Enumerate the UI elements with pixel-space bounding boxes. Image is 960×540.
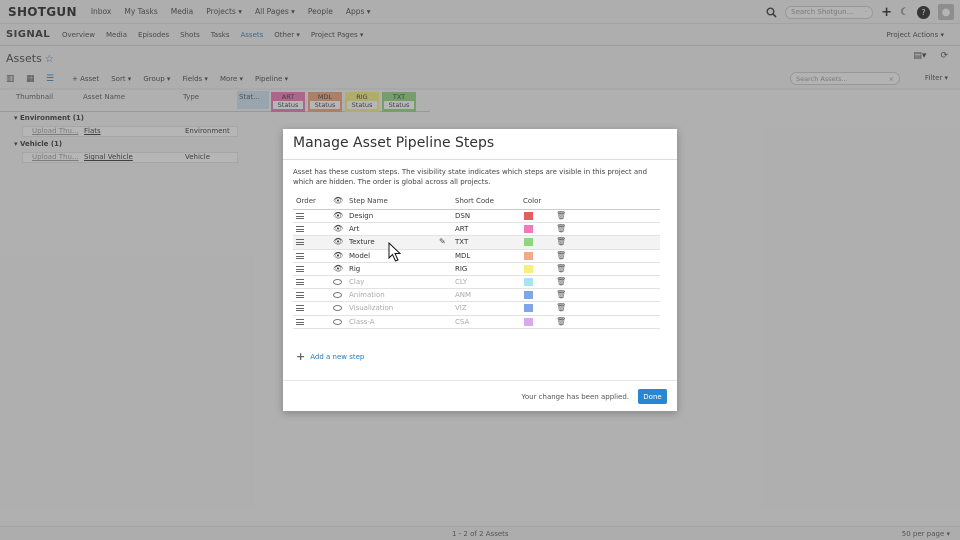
drag-handle-icon[interactable] (296, 226, 304, 233)
eye-off-icon[interactable] (333, 318, 342, 325)
step-color-swatch[interactable] (524, 277, 533, 286)
drag-handle-icon[interactable] (296, 213, 304, 219)
eye-off-icon[interactable] (333, 292, 342, 299)
col-color: Color (523, 197, 542, 205)
step-name[interactable]: Art (349, 225, 359, 233)
eye-icon: 👁 (333, 196, 344, 205)
dialog-footer: Your change has been applied. Done (283, 380, 677, 411)
eye-icon[interactable]: 👁 (333, 264, 343, 273)
drag-handle-icon[interactable] (296, 265, 304, 272)
drag-handle-icon[interactable] (296, 239, 304, 246)
step-name[interactable]: Class-A (349, 318, 375, 326)
drag-handle-icon[interactable] (296, 252, 304, 259)
dialog-description: Asset has these custom steps. The visibi… (293, 168, 648, 186)
step-name[interactable]: Clay (349, 278, 364, 286)
trash-icon[interactable]: 🗑 (556, 211, 566, 220)
pencil-icon[interactable]: ✎ (439, 237, 446, 246)
steps-table: Order 👁 Step Name Short Code Color 👁 Desi… (293, 195, 660, 329)
step-name[interactable]: Design (349, 212, 373, 220)
eye-icon[interactable]: 👁 (333, 211, 343, 220)
step-short-code[interactable]: DSN (455, 212, 470, 220)
manage-pipeline-steps-dialog: Manage Asset Pipeline Steps Asset has th… (283, 129, 677, 411)
status-message: Your change has been applied. (521, 393, 629, 401)
step-short-code[interactable]: ART (455, 225, 468, 233)
step-short-code[interactable]: CSA (455, 318, 469, 326)
step-row[interactable]: Clay CLY 🗑 (293, 276, 660, 290)
step-name[interactable]: Texture (349, 238, 375, 246)
step-short-code[interactable]: CLY (455, 278, 467, 286)
step-name[interactable]: Visualization (349, 304, 393, 312)
trash-icon[interactable]: 🗑 (556, 277, 566, 286)
step-name[interactable]: Animation (349, 291, 385, 299)
steps-table-header: Order 👁 Step Name Short Code Color (293, 195, 660, 210)
drag-handle-icon[interactable] (296, 292, 304, 299)
add-new-step-button[interactable]: + Add a new step (296, 350, 364, 363)
step-row[interactable]: 👁 Art ART 🗑 (293, 223, 660, 237)
eye-icon[interactable]: 👁 (333, 251, 343, 260)
col-order: Order (296, 197, 316, 205)
step-color-swatch[interactable] (524, 251, 533, 260)
step-short-code[interactable]: MDL (455, 252, 470, 260)
step-color-swatch[interactable] (524, 264, 533, 273)
col-step-name: Step Name (349, 197, 388, 205)
trash-icon[interactable]: 🗑 (556, 251, 566, 260)
dialog-title: Manage Asset Pipeline Steps (293, 135, 495, 151)
step-row[interactable]: Class-A CSA 🗑 (293, 316, 660, 329)
drag-handle-icon[interactable] (296, 278, 304, 285)
eye-off-icon[interactable] (333, 278, 342, 285)
trash-icon[interactable]: 🗑 (556, 303, 566, 312)
step-color-swatch[interactable] (524, 304, 533, 313)
eye-icon[interactable]: 👁 (333, 224, 343, 233)
trash-icon[interactable]: 🗑 (556, 290, 566, 299)
step-color-swatch[interactable] (524, 212, 533, 220)
divider (283, 159, 677, 160)
step-short-code[interactable]: RIG (455, 265, 467, 273)
step-row[interactable]: Visualization VIZ 🗑 (293, 302, 660, 316)
step-short-code[interactable]: VIZ (455, 304, 467, 312)
step-color-swatch[interactable] (524, 291, 533, 300)
step-row[interactable]: 👁 Texture ✎ TXT 🗑 (293, 236, 660, 250)
step-row[interactable]: Animation ANM 🗑 (293, 289, 660, 303)
step-row[interactable]: 👁 Design DSN 🗑 (293, 210, 660, 224)
drag-handle-icon[interactable] (296, 318, 304, 325)
step-name[interactable]: Rig (349, 265, 360, 273)
step-color-swatch[interactable] (524, 317, 533, 326)
step-color-swatch[interactable] (524, 225, 533, 234)
step-row[interactable]: 👁 Model MDL 🗑 (293, 250, 660, 263)
eye-icon[interactable]: 👁 (333, 237, 343, 246)
trash-icon[interactable]: 🗑 (556, 224, 566, 233)
trash-icon[interactable]: 🗑 (556, 317, 566, 326)
trash-icon[interactable]: 🗑 (556, 264, 566, 273)
step-short-code[interactable]: TXT (455, 238, 468, 246)
eye-off-icon[interactable] (333, 305, 342, 312)
mouse-cursor-icon (388, 242, 402, 262)
step-color-swatch[interactable] (524, 238, 533, 247)
col-short-code: Short Code (455, 197, 494, 205)
step-row[interactable]: 👁 Rig RIG 🗑 (293, 263, 660, 276)
step-name[interactable]: Model (349, 252, 370, 260)
plus-icon: + (296, 350, 306, 363)
trash-icon[interactable]: 🗑 (556, 237, 566, 246)
drag-handle-icon[interactable] (296, 305, 304, 312)
step-short-code[interactable]: ANM (455, 291, 471, 299)
done-button[interactable]: Done (638, 389, 667, 404)
